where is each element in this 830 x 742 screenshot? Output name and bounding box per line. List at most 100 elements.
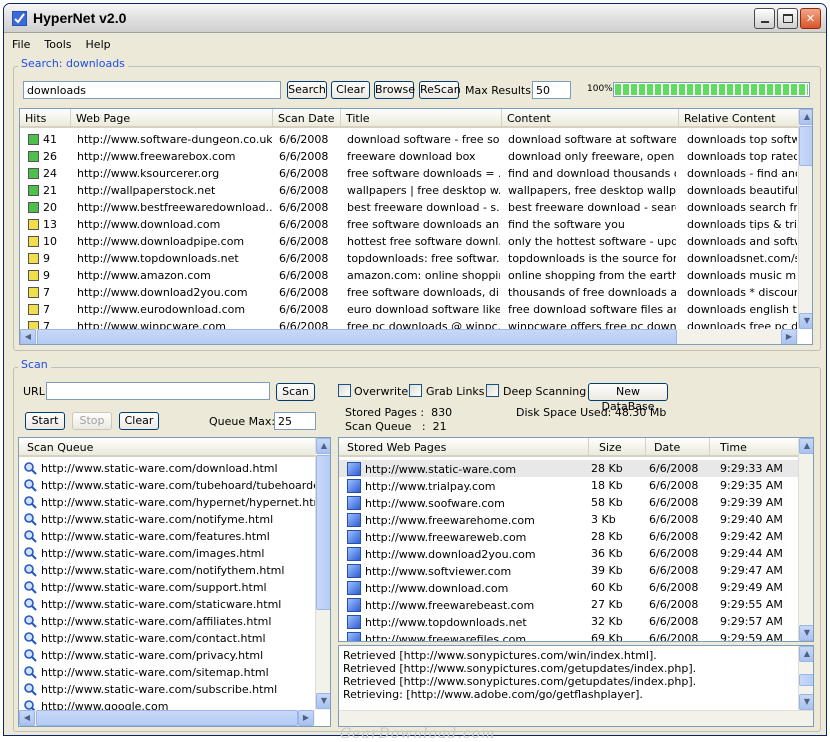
list-item[interactable]: http://www.static-ware.com/tubehoard/tub… [19, 478, 330, 495]
hscroll-thumb[interactable] [36, 710, 298, 726]
hits-cell: 9 [28, 269, 73, 282]
table-row[interactable]: 41 http://www.software-dungeon.co.uk 6/6/2… [20, 131, 798, 148]
table-row[interactable]: 10 http://www.downloadpipe.com 6/6/2008 hot… [20, 233, 798, 250]
list-item[interactable]: http://www.static-ware.com/sitemap.html [19, 665, 315, 682]
log-vscroll[interactable]: ▲ ▼ [798, 646, 813, 710]
scroll-up-icon[interactable]: ▲ [316, 438, 330, 454]
table-row[interactable]: http://www.softviewer.com 39 Kb 6/6/2008 9:… [339, 562, 798, 579]
title-bar[interactable]: HyperNet v2.0 ✕ [4, 4, 826, 33]
queue-url: http://www.static-ware.com/staticware.ht… [41, 598, 282, 611]
grab-links-checkbox[interactable] [409, 384, 422, 397]
col-web-page[interactable]: Web Page [71, 109, 273, 126]
scroll-right-icon[interactable]: ▶ [298, 710, 314, 726]
list-item[interactable]: http://www.static-ware.com/download.html [19, 461, 315, 478]
scroll-down-icon[interactable]: ▼ [799, 625, 813, 641]
search-button[interactable]: Search [287, 81, 327, 99]
log-hscroll[interactable] [339, 710, 813, 726]
list-item[interactable]: http://www.static-ware.com/images.html [19, 546, 315, 563]
scan-button[interactable]: Scan [276, 383, 315, 401]
list-item[interactable]: http://www.static-ware.com/support.html [19, 580, 315, 597]
list-item[interactable]: http://www.static-ware.com/staticware.ht… [19, 597, 315, 614]
menu-help[interactable]: Help [78, 34, 117, 51]
list-item[interactable]: http://www.static-ware.com/features.html [19, 529, 315, 546]
overwrite-checkbox[interactable] [338, 384, 351, 397]
table-row[interactable]: http://www.download2you.com 36 Kb 6/6/2008… [339, 545, 798, 562]
col-date[interactable]: Date [646, 438, 710, 455]
scroll-left-icon[interactable]: ◀ [20, 329, 36, 344]
rescan-button[interactable]: ReScan [419, 81, 461, 99]
table-row[interactable]: http://www.freewarefiles.com 69 Kb 6/6/200… [339, 630, 798, 641]
table-row[interactable]: http://www.download.com 60 Kb 6/6/2008 9:29… [339, 579, 798, 596]
scroll-left-icon[interactable]: ◀ [19, 710, 35, 726]
list-item[interactable]: http://www.static-ware.com/hypernet/hype… [19, 495, 327, 512]
date-cell: 6/6/2008 [649, 462, 699, 475]
table-row[interactable]: 21 http://wallpaperstock.net 6/6/2008 wallp… [20, 182, 798, 199]
queue-max-input[interactable] [274, 412, 316, 430]
maximize-button[interactable] [777, 8, 798, 29]
table-row[interactable]: http://www.static-ware.com 28 Kb 6/6/2008 9… [339, 460, 798, 477]
scroll-thumb[interactable] [799, 674, 813, 686]
table-row[interactable]: 13 http://www.download.com 6/6/2008 free so… [20, 216, 798, 233]
deep-scanning-checkbox[interactable] [486, 384, 499, 397]
deep-scanning-label: Deep Scanning [503, 385, 587, 398]
list-item[interactable]: http://www.static-ware.com/affiliates.ht… [19, 614, 315, 631]
col-relative-content[interactable]: Relative Content [679, 109, 799, 126]
results-hscroll[interactable]: ◀ ▶ [20, 329, 798, 344]
minimize-button[interactable] [754, 8, 775, 29]
rel-cell: downloads top software [687, 133, 797, 146]
table-row[interactable]: http://www.freewarebeast.com 27 Kb 6/6/200… [339, 596, 798, 613]
table-row[interactable]: 26 http://www.freewarebox.com 6/6/2008 free… [20, 148, 798, 165]
col-stored-web-pages[interactable]: Stored Web Pages [339, 438, 589, 455]
scroll-thumb[interactable] [799, 126, 812, 166]
menu-tools[interactable]: Tools [36, 34, 77, 51]
scroll-thumb[interactable] [316, 455, 330, 610]
col-scan-queue[interactable]: Scan Queue [19, 438, 316, 455]
col-content[interactable]: Content [502, 109, 679, 126]
list-item[interactable]: http://www.static-ware.com/contact.html [19, 631, 315, 648]
table-row[interactable]: http://www.soofware.com 58 Kb 6/6/2008 9:29… [339, 494, 798, 511]
col-time[interactable]: Time [710, 438, 799, 455]
col-title[interactable]: Title [341, 109, 502, 126]
search-input[interactable] [23, 81, 281, 99]
scroll-down-icon[interactable]: ▼ [799, 313, 812, 329]
max-results-input[interactable] [532, 81, 571, 99]
url-input[interactable] [46, 382, 270, 400]
scroll-up-icon[interactable]: ▲ [799, 646, 813, 662]
list-item[interactable]: http://www.static-ware.com/notifyme.html [19, 512, 315, 529]
menu-file[interactable]: File [4, 34, 36, 51]
clear-search-button[interactable]: Clear [331, 81, 370, 99]
table-row[interactable]: http://www.topdownloads.net 32 Kb 6/6/2008… [339, 613, 798, 630]
list-item[interactable]: http://www.static-ware.com/subscribe.htm… [19, 682, 315, 699]
results-vscroll[interactable]: ▲ ▼ [798, 109, 812, 329]
scroll-down-icon[interactable]: ▼ [316, 693, 330, 709]
list-item[interactable]: http://www.static-ware.com/notifythem.ht… [19, 563, 315, 580]
stop-button[interactable]: Stop [72, 412, 112, 430]
table-row[interactable]: http://www.freewarehome.com 3 Kb 6/6/2008 9… [339, 511, 798, 528]
table-row[interactable]: 7 http://www.download2you.com 6/6/2008 free… [20, 284, 798, 301]
time-cell: 9:29:35 AM [720, 479, 783, 492]
table-row[interactable]: 24 http://www.ksourcerer.org 6/6/2008 free … [20, 165, 798, 182]
table-row[interactable]: 9 http://www.topdownloads.net 6/6/2008 topd… [20, 250, 798, 267]
stored-vscroll[interactable]: ▲ ▼ [798, 438, 813, 641]
col-hits[interactable]: Hits [20, 109, 71, 126]
start-button[interactable]: Start [25, 412, 65, 430]
table-row[interactable]: http://www.trialpay.com 18 Kb 6/6/2008 9:29… [339, 477, 798, 494]
table-row[interactable]: 7 http://www.eurodownload.com 6/6/2008 euro… [20, 301, 798, 318]
browse-button[interactable]: Browse [374, 81, 415, 99]
col-size[interactable]: Size [589, 438, 646, 455]
hscroll-thumb[interactable] [37, 329, 677, 344]
scroll-up-icon[interactable]: ▲ [799, 109, 812, 125]
queue-vscroll[interactable]: ▲ ▼ [315, 438, 330, 710]
scroll-right-icon[interactable]: ▶ [781, 329, 797, 344]
col-scan-date[interactable]: Scan Date [273, 109, 341, 126]
clear-queue-button[interactable]: Clear [119, 412, 159, 430]
scroll-down-icon[interactable]: ▼ [799, 694, 813, 710]
queue-hscroll[interactable]: ◀ ▶ [19, 710, 315, 726]
table-row[interactable]: 20 http://www.bestfreewaredownload.... 6/6… [20, 199, 798, 216]
scroll-up-icon[interactable]: ▲ [799, 438, 813, 454]
table-row[interactable]: http://www.freewareweb.com 28 Kb 6/6/2008 9… [339, 528, 798, 545]
new-database-button[interactable]: New DataBase [588, 383, 668, 413]
list-item[interactable]: http://www.static-ware.com/privacy.html [19, 648, 315, 665]
close-button[interactable]: ✕ [800, 8, 821, 29]
table-row[interactable]: 9 http://www.amazon.com 6/6/2008 amazon.com… [20, 267, 798, 284]
